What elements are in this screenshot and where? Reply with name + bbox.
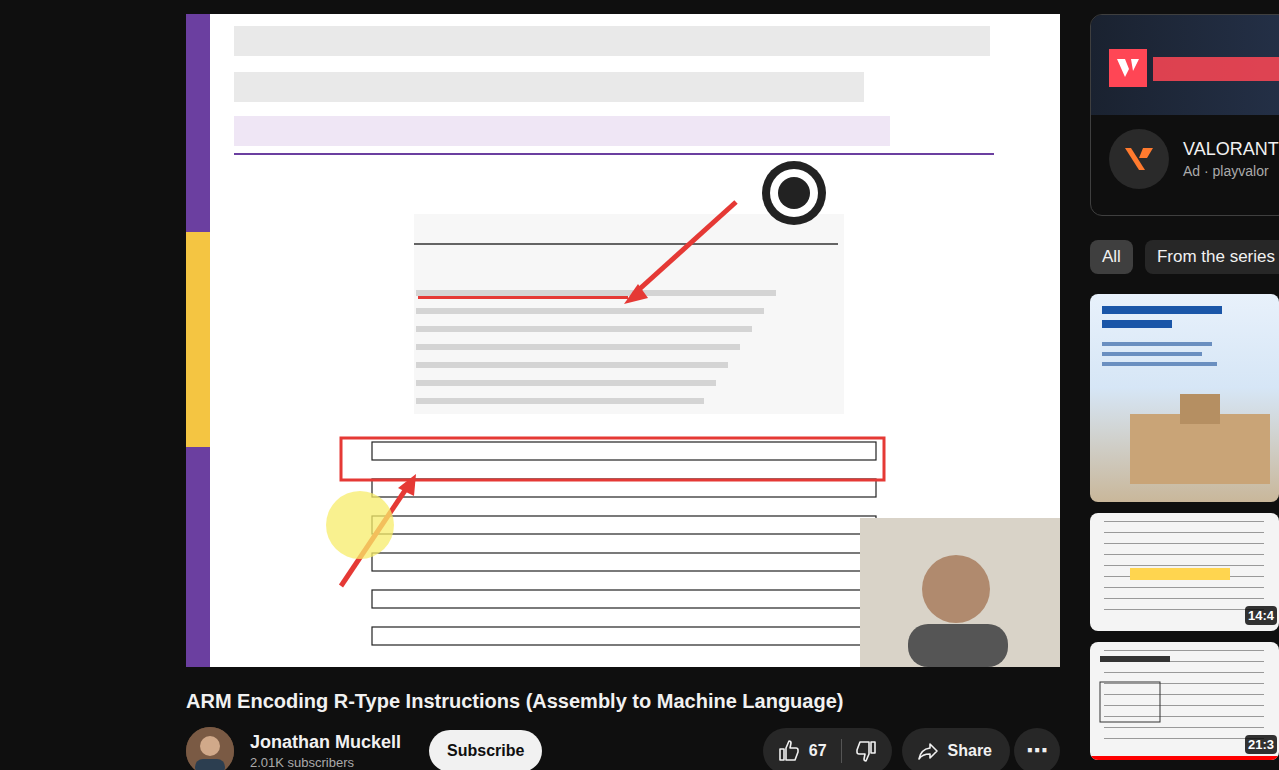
more-button[interactable]: ⋯	[1014, 728, 1060, 770]
ad-card[interactable]: VALORANTAd · playvalor	[1090, 14, 1279, 216]
thumbs-down-icon	[854, 739, 878, 763]
duration-badge: 14:4	[1245, 606, 1277, 625]
video-thumbnail[interactable]: 21:3	[1090, 642, 1279, 760]
filter-chip[interactable]: All	[1090, 240, 1133, 274]
promo-thumbnail[interactable]	[1090, 294, 1279, 502]
like-count: 67	[809, 742, 827, 760]
ad-meta: Ad · playvalor	[1183, 161, 1279, 181]
channel-row: Jonathan Muckell2.01K subscribers Subscri…	[186, 727, 1060, 770]
sidebar: VALORANTAd · playvalor All From the series…	[1090, 14, 1279, 770]
slide-frame	[186, 14, 1060, 667]
valorant-banner-icon	[1091, 15, 1279, 115]
thumbs-up-icon	[777, 739, 801, 763]
valorant-logo-icon	[1122, 142, 1156, 176]
video-title: ARM Encoding R-Type Instructions (Assemb…	[186, 687, 1060, 715]
watch-progress	[1090, 756, 1279, 760]
subscribe-button[interactable]: Subscribe	[429, 730, 542, 770]
ad-logo[interactable]	[1109, 129, 1169, 189]
duration-badge: 21:3	[1245, 735, 1277, 754]
ad-banner[interactable]	[1091, 15, 1279, 115]
dislike-button[interactable]	[850, 739, 878, 763]
subscriber-count: 2.01K subscribers	[250, 754, 401, 770]
video-thumbnail[interactable]: 14:4	[1090, 513, 1279, 631]
ad-info: VALORANTAd · playvalor	[1091, 115, 1279, 203]
video-player[interactable]	[186, 14, 1060, 667]
share-label: Share	[948, 742, 992, 760]
promo-image-icon	[1090, 294, 1279, 502]
filter-chips: All From the series	[1090, 240, 1279, 274]
ad-text: VALORANTAd · playvalor	[1183, 137, 1279, 181]
channel-name[interactable]: Jonathan Muckell	[250, 730, 401, 754]
channel-avatar[interactable]	[186, 727, 234, 770]
watch-progress	[1090, 627, 1279, 631]
ad-name[interactable]: VALORANT	[1183, 137, 1279, 161]
main-column: ARM Encoding R-Type Instructions (Assemb…	[186, 14, 1060, 770]
filter-chip[interactable]: From the series	[1145, 240, 1279, 274]
like-button[interactable]: 67	[777, 739, 842, 763]
channel-info: Jonathan Muckell2.01K subscribers	[250, 730, 401, 770]
like-dislike: 67	[763, 728, 892, 770]
share-icon	[916, 739, 940, 763]
watch-progress-fill	[1090, 756, 1279, 760]
share-button[interactable]: Share	[902, 728, 1010, 770]
avatar-icon	[186, 727, 234, 770]
recommendations: 14:4 21:3	[1090, 294, 1279, 760]
